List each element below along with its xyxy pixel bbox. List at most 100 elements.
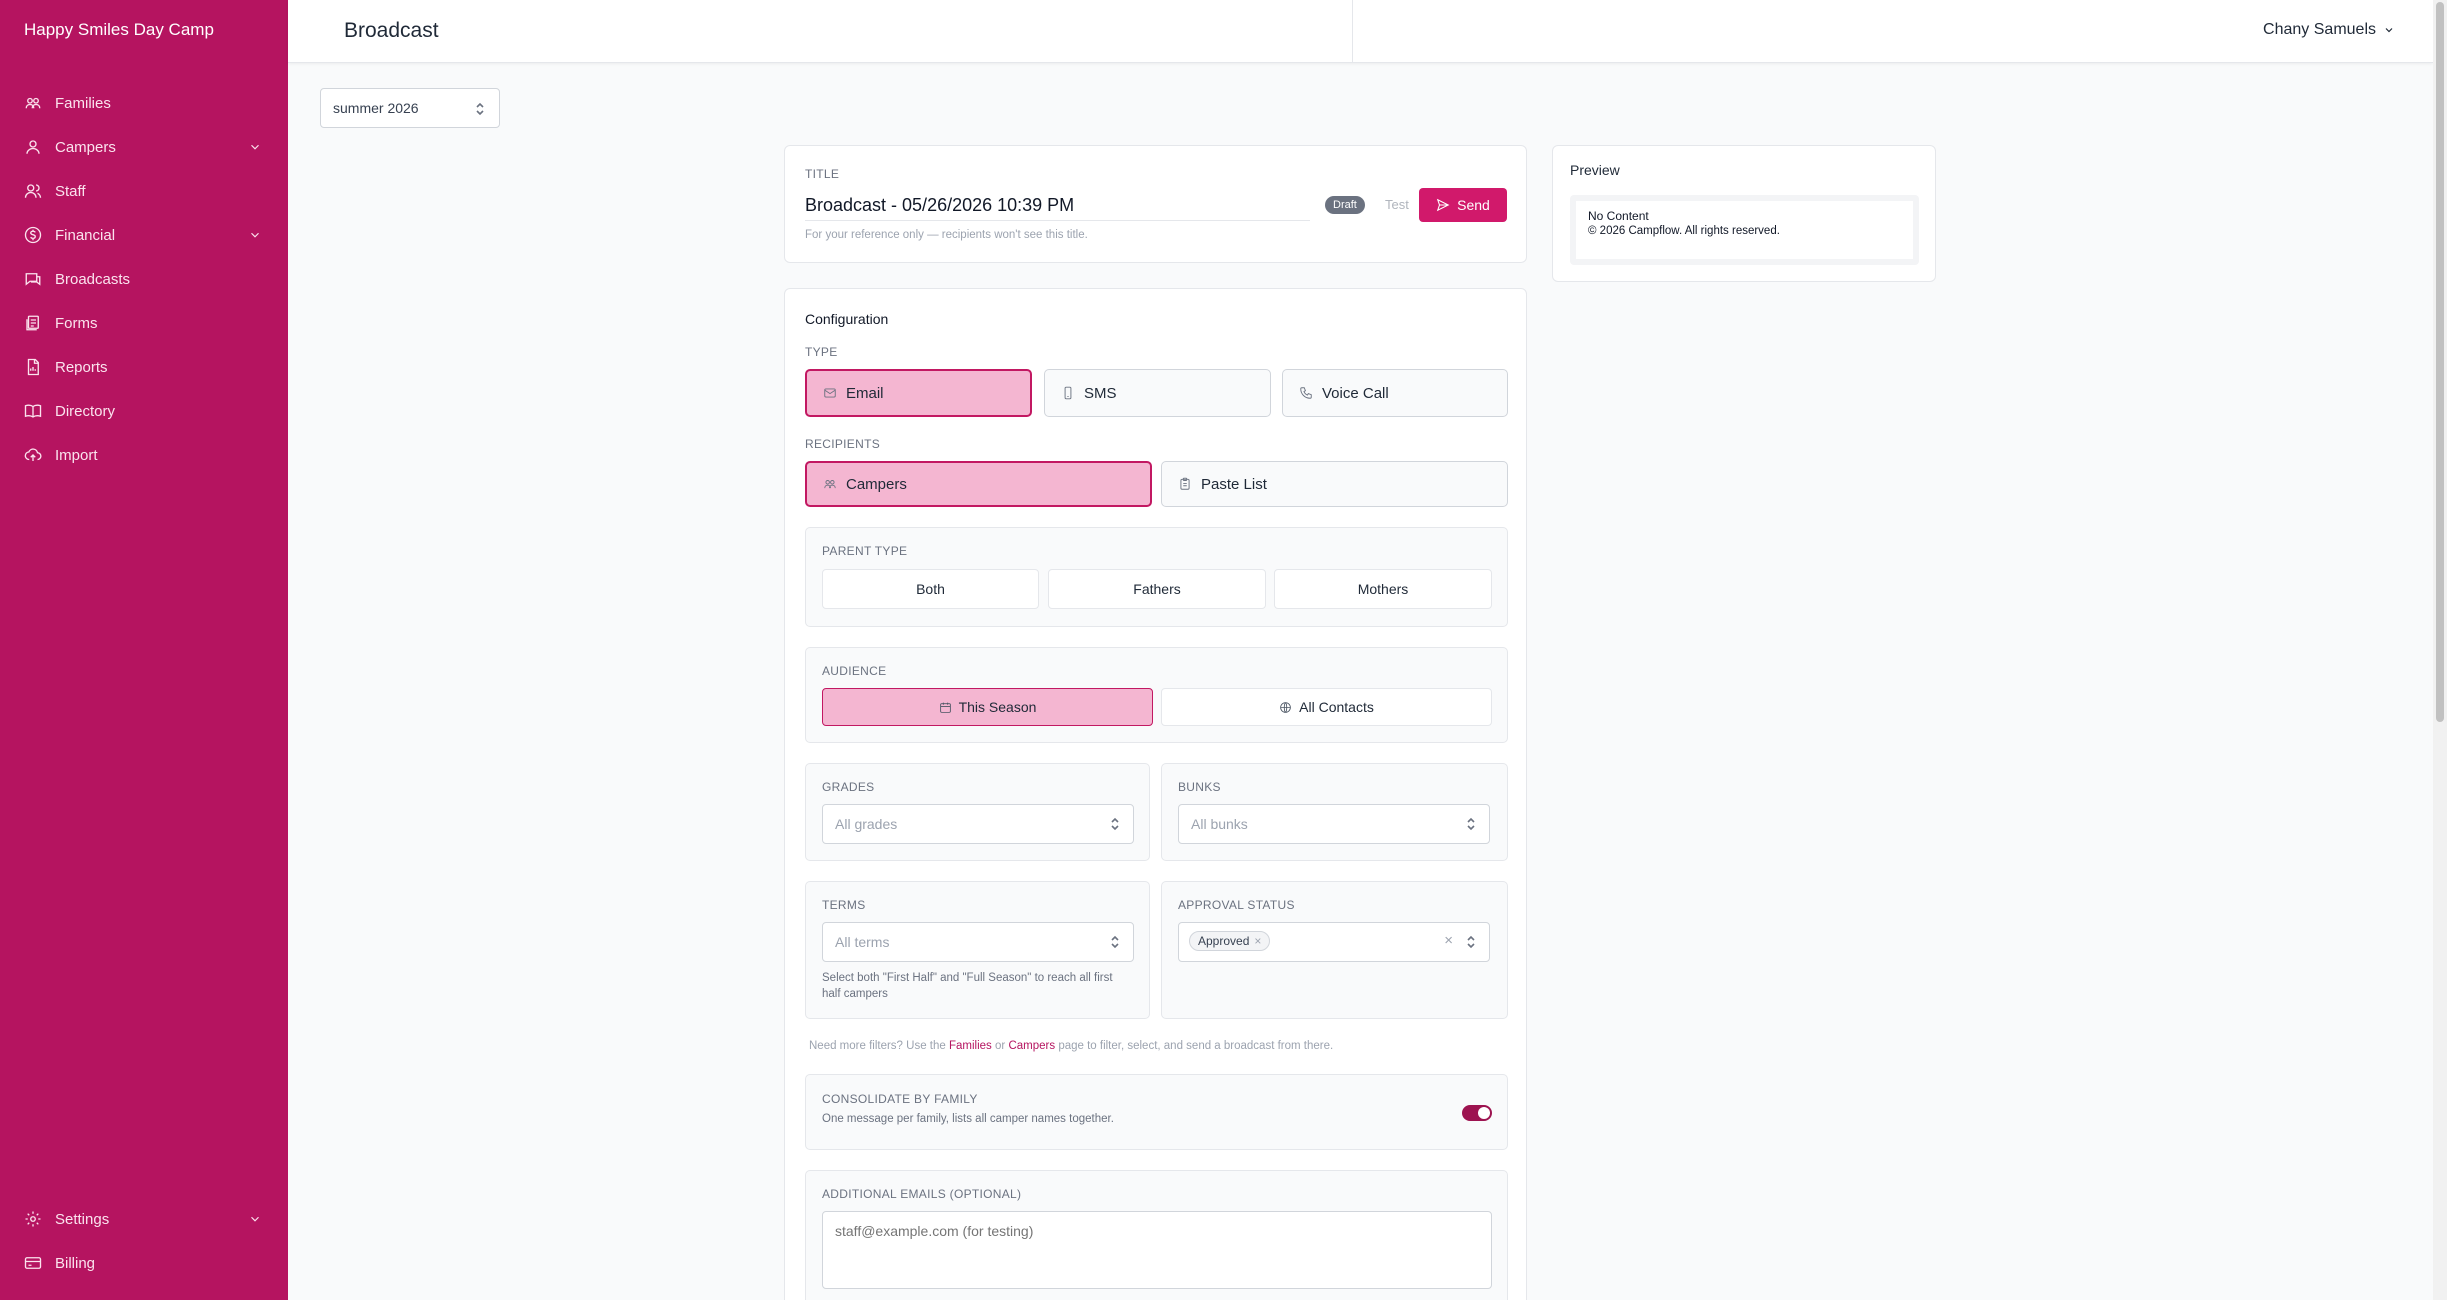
type-email-button[interactable]: Email xyxy=(805,369,1032,417)
approved-chip[interactable]: Approved × xyxy=(1189,931,1271,951)
preview-footer-text: © 2026 Campflow. All rights reserved. xyxy=(1588,225,1780,237)
mail-icon xyxy=(824,388,836,398)
clear-selection-icon[interactable]: × xyxy=(1444,932,1453,949)
broadcast-title-input[interactable] xyxy=(805,191,1310,221)
terms-select-placeholder: All terms xyxy=(835,934,890,950)
audience-panel: AUDIENCE This Season All Contacts xyxy=(805,647,1508,743)
audience-option-label: This Season xyxy=(958,699,1037,715)
sidebar-item-settings[interactable]: Settings xyxy=(0,1197,288,1241)
type-sms-button[interactable]: SMS xyxy=(1044,369,1271,417)
type-voice-call-button[interactable]: Voice Call xyxy=(1282,369,1508,417)
families-link[interactable]: Families xyxy=(949,1040,992,1052)
chip-remove-icon[interactable]: × xyxy=(1254,934,1261,948)
audience-this-season-button[interactable]: This Season xyxy=(822,688,1153,726)
terms-label: TERMS xyxy=(822,898,866,912)
title-helper-text: For your reference only — recipients won… xyxy=(805,229,1088,241)
sidebar-item-label: Financial xyxy=(55,226,116,244)
chevron-down-icon[interactable] xyxy=(248,140,262,154)
sidebar-item-billing[interactable]: Billing xyxy=(0,1241,288,1285)
parent-type-fathers-button[interactable]: Fathers xyxy=(1048,569,1266,609)
select-updown-icon xyxy=(1466,935,1476,949)
recipients-paste-list-button[interactable]: Paste List xyxy=(1161,461,1508,507)
users-icon xyxy=(24,182,42,200)
sidebar-item-reports[interactable]: Reports xyxy=(0,345,288,389)
consolidate-label: CONSOLIDATE BY FAMILY xyxy=(822,1092,978,1106)
send-icon xyxy=(1436,198,1450,212)
additional-emails-label: ADDITIONAL EMAILS (OPTIONAL) xyxy=(822,1187,1022,1201)
audience-label: AUDIENCE xyxy=(822,664,887,678)
approval-status-select[interactable]: Approved × × xyxy=(1178,922,1490,962)
sidebar-item-label: Forms xyxy=(55,314,98,332)
type-option-label: SMS xyxy=(1084,384,1117,402)
upload-cloud-icon xyxy=(24,446,42,464)
dollar-icon xyxy=(24,226,42,244)
grades-select-placeholder: All grades xyxy=(835,816,898,832)
bunks-select[interactable]: All bunks xyxy=(1178,804,1490,844)
clipboard-icon xyxy=(1180,477,1190,490)
sidebar-item-import[interactable]: Import xyxy=(0,433,288,477)
send-button[interactable]: Send xyxy=(1419,188,1507,222)
book-icon xyxy=(24,402,42,420)
chevron-down-icon[interactable] xyxy=(248,1212,262,1226)
user-menu[interactable]: Chany Samuels xyxy=(2263,21,2395,39)
grades-select[interactable]: All grades xyxy=(822,804,1134,844)
additional-emails-textarea[interactable] xyxy=(822,1211,1492,1289)
approval-status-label: APPROVAL STATUS xyxy=(1178,898,1295,912)
sidebar-item-families[interactable]: Families xyxy=(0,81,288,125)
bunks-panel: BUNKS All bunks xyxy=(1161,763,1508,861)
terms-select[interactable]: All terms xyxy=(822,922,1134,962)
sidebar-item-directory[interactable]: Directory xyxy=(0,389,288,433)
forms-icon xyxy=(24,314,42,332)
recipients-label: RECIPIENTS xyxy=(805,437,881,451)
scrollbar-thumb[interactable] xyxy=(2436,2,2444,722)
page-title: Broadcast xyxy=(344,19,439,42)
recipients-option-label: Campers xyxy=(846,475,907,493)
bunks-select-placeholder: All bunks xyxy=(1191,816,1248,832)
sidebar-item-broadcasts[interactable]: Broadcasts xyxy=(0,257,288,301)
sidebar-item-forms[interactable]: Forms xyxy=(0,301,288,345)
chevron-down-icon xyxy=(2385,28,2393,33)
sidebar-item-label: Staff xyxy=(55,182,86,200)
sidebar-item-financial[interactable]: Financial xyxy=(0,213,288,257)
consolidate-helper-text: One message per family, lists all camper… xyxy=(822,1113,1114,1125)
select-updown-icon xyxy=(1110,817,1120,831)
title-card: TITLE For your reference only — recipien… xyxy=(784,145,1527,263)
campers-icon xyxy=(824,480,836,489)
additional-emails-panel: ADDITIONAL EMAILS (OPTIONAL) xyxy=(805,1170,1508,1300)
filter-note: Need more filters? Use the Families or C… xyxy=(809,1040,1333,1052)
parent-type-both-button[interactable]: Both xyxy=(822,569,1039,609)
send-button-label: Send xyxy=(1457,197,1490,213)
filter-note-prefix: Need more filters? Use the xyxy=(809,1040,946,1052)
consolidate-toggle[interactable] xyxy=(1462,1105,1492,1121)
sidebar-item-label: Import xyxy=(55,446,98,464)
parent-type-panel: PARENT TYPE Both Fathers Mothers xyxy=(805,527,1508,627)
status-badge: Draft xyxy=(1325,196,1365,214)
sidebar-item-staff[interactable]: Staff xyxy=(0,169,288,213)
approval-status-panel: APPROVAL STATUS Approved × × xyxy=(1161,881,1508,1019)
select-updown-icon xyxy=(475,102,485,116)
user-icon xyxy=(24,138,42,156)
recipients-campers-button[interactable]: Campers xyxy=(805,461,1152,507)
parent-type-mothers-button[interactable]: Mothers xyxy=(1274,569,1492,609)
terms-panel: TERMS All terms Select both "First Half"… xyxy=(805,881,1150,1019)
call-icon xyxy=(1300,387,1312,399)
audience-all-contacts-button[interactable]: All Contacts xyxy=(1161,688,1492,726)
chip-label: Approved xyxy=(1198,934,1250,948)
campers-link[interactable]: Campers xyxy=(1008,1040,1055,1052)
gear-icon xyxy=(24,1210,42,1228)
grades-label: GRADES xyxy=(822,780,875,794)
chevron-down-icon[interactable] xyxy=(248,228,262,242)
recipients-option-label: Paste List xyxy=(1201,475,1267,493)
sidebar-item-label: Directory xyxy=(55,402,116,420)
season-select-value: summer 2026 xyxy=(333,100,419,116)
preview-frame: No Content © 2026 Campflow. All rights r… xyxy=(1570,195,1919,265)
test-button[interactable]: Test xyxy=(1385,197,1409,212)
families-icon xyxy=(24,94,42,112)
sidebar-item-campers[interactable]: Campers xyxy=(0,125,288,169)
preview-content: No Content © 2026 Campflow. All rights r… xyxy=(1576,201,1913,259)
select-updown-icon xyxy=(1110,935,1120,949)
terms-helper-text: Select both "First Half" and "Full Seaso… xyxy=(822,972,1113,1000)
sidebar-item-label: Settings xyxy=(55,1210,110,1228)
season-select[interactable]: summer 2026 xyxy=(320,88,500,128)
page-scrollbar[interactable] xyxy=(2433,0,2447,1300)
